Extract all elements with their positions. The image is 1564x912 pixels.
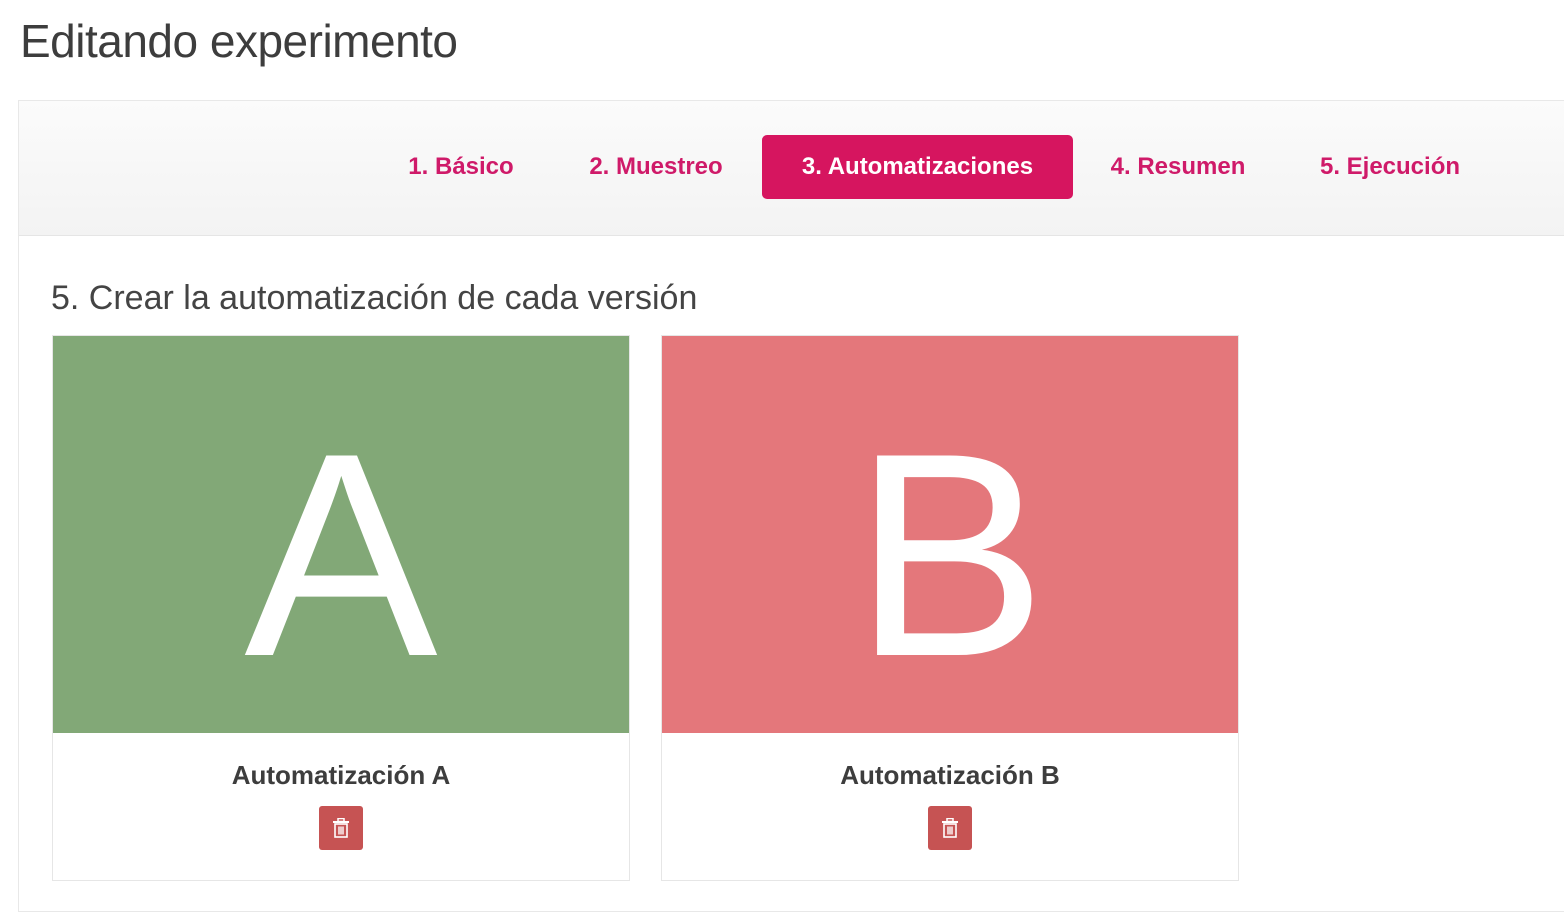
tab-resumen[interactable]: 4. Resumen (1093, 135, 1263, 199)
delete-automation-a-button[interactable] (319, 806, 363, 850)
version-b-thumbnail[interactable]: B (662, 336, 1238, 733)
tab-automatizaciones[interactable]: 3. Automatizaciones (762, 135, 1073, 199)
page-title: Editando experimento (20, 15, 458, 67)
section-title: 5. Crear la automatización de cada versi… (51, 279, 698, 317)
version-a-thumbnail[interactable]: A (53, 336, 629, 733)
automation-b-label: Automatización B (840, 760, 1060, 790)
experiment-editor-panel: 1. Básico 2. Muestreo 3. Automatizacione… (18, 100, 1564, 912)
automation-a-label: Automatización A (231, 760, 451, 790)
trash-icon (942, 818, 958, 838)
wizard-tabs: 1. Básico 2. Muestreo 3. Automatizacione… (19, 101, 1564, 236)
tab-ejecucion[interactable]: 5. Ejecución (1297, 135, 1483, 199)
delete-automation-b-button[interactable] (928, 806, 972, 850)
trash-icon (333, 818, 349, 838)
tab-basico[interactable]: 1. Básico (383, 135, 539, 199)
tab-muestreo[interactable]: 2. Muestreo (561, 135, 751, 199)
automation-card-b[interactable]: B Automatización B (661, 335, 1239, 881)
automation-card-a[interactable]: A Automatización A (52, 335, 630, 881)
